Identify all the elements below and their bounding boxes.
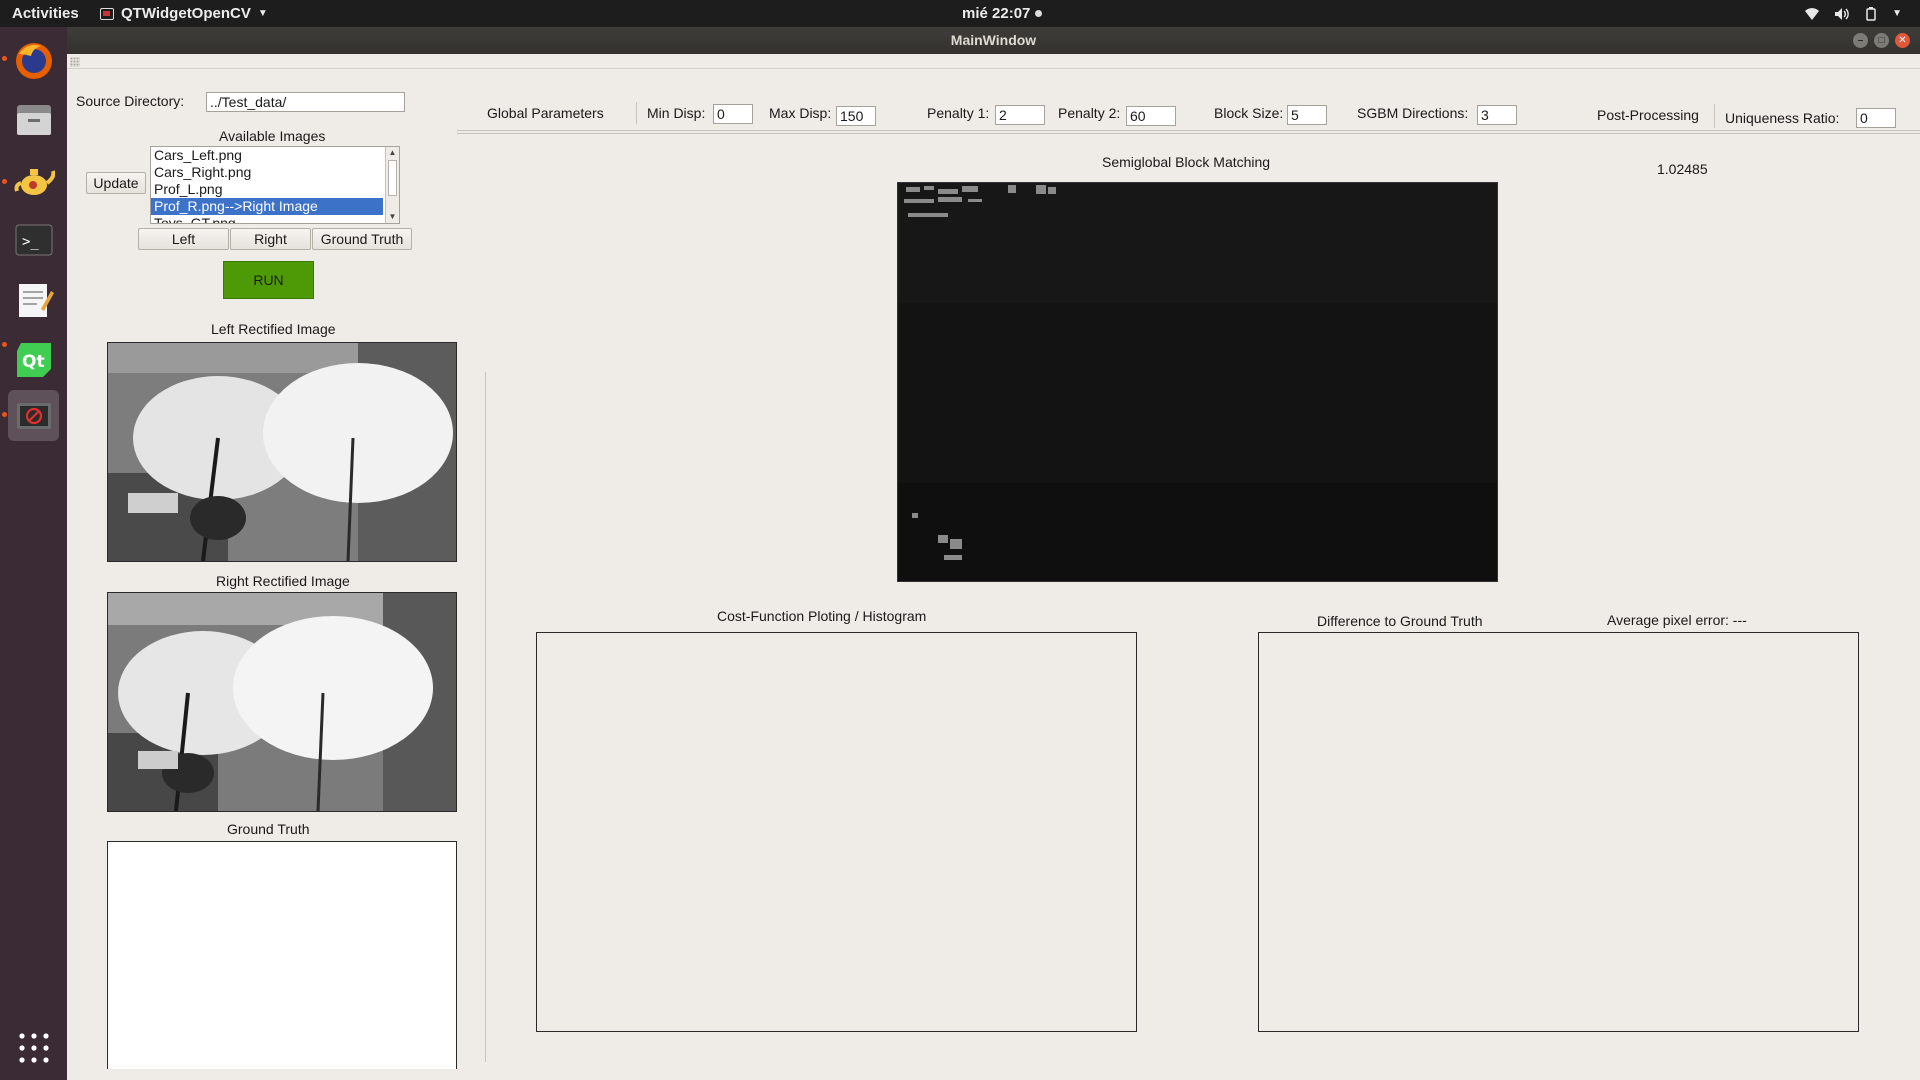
opencv-app-icon[interactable] — [8, 390, 59, 441]
app-menu-icon — [100, 7, 114, 20]
app-menu[interactable]: QTWidgetOpenCV ▼ — [100, 0, 268, 27]
toolbar-grip-icon[interactable] — [70, 57, 80, 67]
ground-truth-image — [107, 841, 457, 1069]
scrollbar-thumb[interactable] — [388, 160, 397, 196]
ground-truth-button[interactable]: Ground Truth — [312, 228, 412, 250]
sgbm-directions-label: SGBM Directions: — [1357, 105, 1469, 121]
uniqueness-ratio-input[interactable]: 0 — [1856, 108, 1896, 128]
param-divider — [636, 102, 637, 124]
param-separator-top — [457, 130, 1920, 131]
qt-creator-icon[interactable]: Qt — [8, 334, 59, 385]
min-disp-input[interactable]: 0 — [713, 104, 753, 124]
list-item[interactable]: Cars_Left.png — [151, 147, 383, 164]
app-menu-label: QTWidgetOpenCV — [121, 5, 251, 22]
min-disp-label: Min Disp: — [647, 105, 706, 121]
right-button[interactable]: Right — [230, 228, 311, 250]
files-icon[interactable] — [8, 94, 59, 145]
running-indicator-dot — [2, 56, 7, 61]
difference-plot — [1258, 632, 1859, 1032]
top-bar: Activities QTWidgetOpenCV ▼ mié 22:07 ▼ — [0, 0, 1920, 27]
window-title-bar[interactable]: MainWindow – □ ✕ — [67, 27, 1920, 54]
activities-button[interactable]: Activities — [12, 0, 79, 27]
penalty1-label: Penalty 1: — [927, 105, 990, 121]
computation-time-value: 1.02485 — [1657, 161, 1708, 177]
run-button[interactable]: RUN — [223, 261, 314, 299]
average-pixel-error: Average pixel error: --- — [1607, 612, 1747, 628]
clock[interactable]: mié 22:07 — [962, 0, 1043, 27]
terminal-icon[interactable]: >_ — [8, 214, 59, 265]
max-disp-input[interactable]: 150 — [836, 106, 876, 126]
left-rectified-image — [107, 342, 457, 562]
text-editor-icon[interactable] — [8, 274, 59, 325]
list-item[interactable]: Toys_GT.png — [151, 215, 383, 223]
penalty2-label: Penalty 2: — [1058, 105, 1121, 121]
system-menu-chevron-icon: ▼ — [1892, 8, 1902, 19]
running-indicator-dot — [2, 342, 7, 347]
block-size-input[interactable]: 5 — [1287, 105, 1327, 125]
source-directory-input[interactable]: ../Test_data/ — [206, 92, 405, 112]
cost-function-plot — [536, 632, 1137, 1032]
available-images-label: Available Images — [219, 128, 326, 144]
window-title: MainWindow — [950, 32, 1037, 48]
disparity-map-picture — [898, 183, 1497, 581]
right-rectified-picture — [108, 593, 456, 811]
maximize-icon[interactable]: □ — [1874, 33, 1889, 48]
difference-title: Difference to Ground Truth — [1317, 613, 1483, 629]
main-window: Source Directory: ../Test_data/ Availabl… — [67, 54, 1920, 1080]
window-controls: – □ ✕ — [1853, 33, 1910, 48]
global-parameters-label: Global Parameters — [487, 105, 604, 121]
cost-function-title: Cost-Function Ploting / Histogram — [717, 608, 927, 624]
penalty2-input[interactable]: 60 — [1126, 106, 1176, 126]
notification-dot-icon — [1035, 10, 1043, 17]
dock: >_ Qt — [0, 27, 67, 1080]
left-rectified-title: Left Rectified Image — [211, 321, 336, 337]
ground-truth-title: Ground Truth — [227, 821, 310, 837]
list-scrollbar[interactable]: ▲ ▼ — [385, 147, 399, 223]
svg-text:>_: >_ — [22, 234, 39, 250]
power-icon — [1864, 6, 1878, 21]
list-item-selected[interactable]: Prof_R.png-->Right Image — [151, 198, 383, 215]
disparity-map-image — [897, 182, 1498, 582]
max-disp-label: Max Disp: — [769, 105, 832, 121]
post-processing-label: Post-Processing — [1597, 107, 1699, 123]
param-divider — [1714, 104, 1715, 128]
scroll-down-icon[interactable]: ▼ — [386, 211, 399, 223]
update-button[interactable]: Update — [86, 172, 146, 194]
teapot-icon[interactable] — [8, 154, 59, 205]
volume-icon — [1834, 7, 1850, 21]
wifi-icon — [1804, 7, 1820, 21]
minimize-icon[interactable]: – — [1853, 33, 1868, 48]
clock-label: mié 22:07 — [962, 5, 1031, 22]
right-rectified-image — [107, 592, 457, 812]
menu-bar — [67, 54, 1920, 69]
chevron-down-icon: ▼ — [257, 8, 268, 19]
uniqueness-ratio-label: Uniqueness Ratio: — [1725, 110, 1840, 126]
penalty1-input[interactable]: 2 — [995, 105, 1045, 125]
list-item[interactable]: Cars_Right.png — [151, 164, 383, 181]
scroll-up-icon[interactable]: ▲ — [386, 147, 399, 159]
left-button[interactable]: Left — [138, 228, 229, 250]
sgbm-title: Semiglobal Block Matching — [1102, 154, 1271, 170]
firefox-icon[interactable] — [8, 35, 59, 86]
image-list[interactable]: Cars_Left.png Cars_Right.png Prof_L.png … — [150, 146, 400, 224]
sgbm-directions-input[interactable]: 3 — [1477, 105, 1517, 125]
vertical-separator — [485, 372, 486, 1062]
show-apps-icon[interactable] — [8, 1022, 59, 1073]
list-item[interactable]: Prof_L.png — [151, 181, 383, 198]
svg-text:Qt: Qt — [22, 352, 45, 372]
param-separator-top — [457, 133, 1920, 134]
left-rectified-picture — [108, 343, 456, 561]
block-size-label: Block Size: — [1214, 105, 1284, 121]
running-indicator-dot — [2, 179, 7, 184]
running-indicator-dot — [2, 412, 7, 417]
right-rectified-title: Right Rectified Image — [216, 573, 350, 589]
close-icon[interactable]: ✕ — [1895, 33, 1910, 48]
source-directory-label: Source Directory: — [76, 93, 185, 109]
system-tray[interactable]: ▼ — [1804, 0, 1902, 27]
